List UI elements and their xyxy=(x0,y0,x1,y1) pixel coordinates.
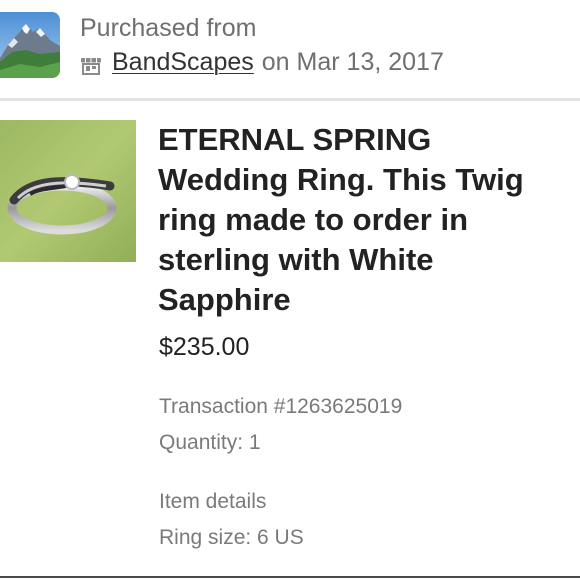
header-divider xyxy=(0,98,580,101)
item-title[interactable]: ETERNAL SPRING Wedding Ring. This Twig r… xyxy=(158,120,568,320)
quantity: Quantity: 1 xyxy=(159,431,261,454)
mountain-landscape-image xyxy=(0,12,60,78)
shop-line: BandScapes on Mar 13, 2017 xyxy=(80,48,444,77)
item-image[interactable] xyxy=(0,120,136,262)
shop-name-link[interactable]: BandScapes xyxy=(112,48,254,77)
purchase-date: on Mar 13, 2017 xyxy=(262,48,444,77)
purchase-header: Purchased from BandScapes on Mar 13, 201… xyxy=(0,0,580,98)
date-value: Mar 13, 2017 xyxy=(296,48,444,76)
shop-avatar[interactable] xyxy=(0,12,60,78)
date-prefix: on xyxy=(261,48,290,76)
bottom-divider xyxy=(0,576,580,578)
purchased-from-label: Purchased from xyxy=(80,14,257,42)
item-price: $235.00 xyxy=(159,333,250,361)
ring-photo xyxy=(0,120,136,262)
storefront-icon xyxy=(80,54,102,75)
item-details-heading: Item details xyxy=(159,490,267,513)
transaction-number: Transaction #1263625019 xyxy=(159,395,403,418)
ring-size: Ring size: 6 US xyxy=(159,526,304,549)
